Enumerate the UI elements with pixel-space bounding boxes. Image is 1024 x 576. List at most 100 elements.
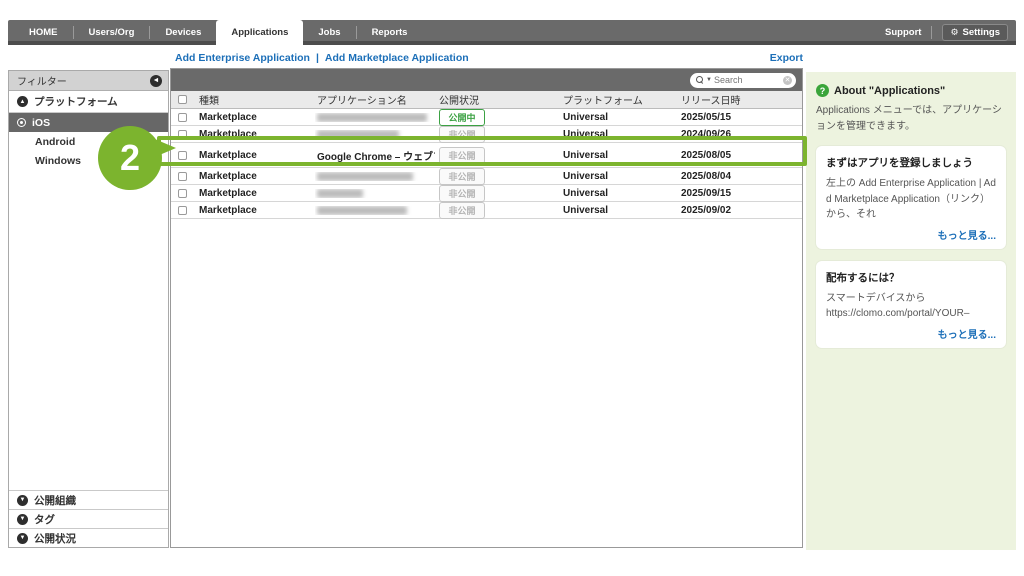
cell-type: Marketplace <box>193 129 315 140</box>
question-mark-icon: ? <box>816 84 829 97</box>
add-application-links: Add Enterprise Application | Add Marketp… <box>175 52 469 64</box>
cell-type: Marketplace <box>193 150 315 161</box>
help-panel-intro: Applications メニューでは、アプリケーションを管理できます。 <box>816 103 1006 134</box>
help-card-title: まずはアプリを登録しましょう <box>826 155 996 170</box>
column-header-platform[interactable]: プラットフォーム <box>557 92 677 107</box>
row-checkbox[interactable] <box>178 130 187 139</box>
sidebar-bottom-groups: ▼ 公開組織 ▼ タグ ▼ 公開状況 <box>9 490 168 547</box>
nav-tab-users-org[interactable]: Users/Org <box>74 20 150 45</box>
blurred-text <box>317 130 399 139</box>
cell-platform: Universal <box>557 205 677 216</box>
table-row[interactable]: Marketplace 非公開 Universal 2025/08/04 <box>171 168 802 185</box>
cell-platform: Universal <box>557 129 677 140</box>
help-panel-title-row: ? About "Applications" <box>816 84 1006 97</box>
radio-selected-icon <box>17 118 26 127</box>
help-card-body-url: https://clomo.com/portal/YOUR– <box>826 306 996 322</box>
status-badge: 非公開 <box>439 147 485 164</box>
filter-group-platform[interactable]: ▲ プラットフォーム <box>9 91 168 113</box>
sidebar-spacer <box>9 170 168 490</box>
collapse-sidebar-icon[interactable]: ◄ <box>150 75 162 87</box>
cell-platform: Universal <box>557 171 677 182</box>
cell-platform: Universal <box>557 112 677 123</box>
column-header-publish-status[interactable]: 公開状況 <box>435 92 557 107</box>
column-header-release-date[interactable]: リリース日時 <box>677 92 802 107</box>
status-badge: 公開中 <box>439 109 485 126</box>
filter-group-publish-status[interactable]: ▼ 公開状況 <box>9 528 168 547</box>
add-enterprise-application-link[interactable]: Add Enterprise Application <box>175 52 310 64</box>
cell-status: 公開中 <box>435 109 557 126</box>
filter-header-label: フィルター <box>17 73 67 88</box>
support-link[interactable]: Support <box>885 27 921 38</box>
cell-platform: Universal <box>557 150 677 161</box>
cell-type: Marketplace <box>193 188 315 199</box>
help-card-body-line: スマートデバイスから <box>826 291 996 307</box>
help-card-distribute: 配布するには？ スマートデバイスから https://clomo.com/por… <box>816 261 1006 348</box>
help-card-body: 左上の Add Enterprise Application | Add Mar… <box>826 176 996 223</box>
add-marketplace-application-link[interactable]: Add Marketplace Application <box>325 52 469 64</box>
table-row[interactable]: Marketplace 非公開 Universal 2024/09/26 <box>171 126 802 143</box>
blurred-text <box>317 113 427 122</box>
actions-row: Add Enterprise Application | Add Marketp… <box>170 52 806 68</box>
row-checkbox[interactable] <box>178 189 187 198</box>
blurred-text <box>317 206 407 215</box>
table-row[interactable]: Marketplace 非公開 Universal 2025/09/02 <box>171 202 802 219</box>
chevron-down-icon: ▼ <box>17 495 28 506</box>
nav-tab-applications[interactable]: Applications <box>216 20 303 45</box>
blurred-text <box>317 172 413 181</box>
filter-group-publish-org[interactable]: ▼ 公開組織 <box>9 490 168 509</box>
nav-tab-home[interactable]: HOME <box>14 20 73 45</box>
table-row[interactable]: Marketplace 非公開 Universal 2025/09/15 <box>171 185 802 202</box>
application-window: HOME Users/Org Devices Applications Jobs… <box>0 0 1024 576</box>
see-more-link[interactable]: もっと見る... <box>938 330 996 341</box>
search-scope-caret-icon[interactable]: ▼ <box>706 77 712 83</box>
step-annotation-pointer-icon <box>150 137 176 159</box>
filter-group-label: プラットフォーム <box>34 94 118 109</box>
filter-group-label: 公開状況 <box>34 531 76 546</box>
row-checkbox[interactable] <box>178 151 187 160</box>
cell-status: 非公開 <box>435 126 557 143</box>
cell-app-name-blurred <box>315 172 435 181</box>
row-checkbox[interactable] <box>178 172 187 181</box>
column-header-app-name[interactable]: アプリケーション名 <box>315 92 435 107</box>
nav-tab-jobs[interactable]: Jobs <box>303 20 355 45</box>
select-all-checkbox[interactable] <box>178 95 187 104</box>
clear-search-icon[interactable]: ✕ <box>783 76 792 85</box>
filter-group-label: タグ <box>34 512 55 527</box>
table-header-row: 種類 アプリケーション名 公開状況 プラットフォーム リリース日時 <box>171 91 802 109</box>
help-card-title: 配布するには？ <box>826 270 996 285</box>
cell-app-name-blurred <box>315 130 435 139</box>
status-badge: 非公開 <box>439 202 485 219</box>
search-icon <box>696 76 704 84</box>
search-input[interactable] <box>714 75 781 85</box>
column-header-type[interactable]: 種類 <box>193 92 315 107</box>
cell-app-name-blurred <box>315 113 435 122</box>
export-link[interactable]: Export <box>770 52 803 64</box>
nav-tab-devices[interactable]: Devices <box>150 20 216 45</box>
filter-group-tags[interactable]: ▼ タグ <box>9 509 168 528</box>
nav-tab-reports[interactable]: Reports <box>357 20 423 45</box>
cell-app-name-blurred <box>315 189 435 198</box>
cell-release-date: 2025/08/05 <box>677 150 802 161</box>
table-row[interactable]: Marketplace 公開中 Universal 2025/05/15 <box>171 109 802 126</box>
settings-button[interactable]: ⚙ Settings <box>942 24 1008 41</box>
cell-status: 非公開 <box>435 147 557 164</box>
row-checkbox[interactable] <box>178 113 187 122</box>
row-checkbox[interactable] <box>178 206 187 215</box>
cell-type: Marketplace <box>193 205 315 216</box>
cell-release-date: 2025/09/02 <box>677 205 802 216</box>
table-toolbar: ▼ ✕ <box>171 69 802 91</box>
cell-status: 非公開 <box>435 168 557 185</box>
search-box[interactable]: ▼ ✕ <box>690 73 796 88</box>
blurred-text <box>317 189 363 198</box>
cell-app-name: Google Chrome – ウェブブ... <box>315 148 435 163</box>
cell-app-name-blurred <box>315 206 435 215</box>
settings-label: Settings <box>963 27 1000 38</box>
chevron-down-icon: ▼ <box>17 514 28 525</box>
gear-icon: ⚙ <box>950 28 958 37</box>
status-badge: 非公開 <box>439 126 485 143</box>
sidebar-item-label: Android <box>35 136 75 148</box>
help-panel-title: About "Applications" <box>834 85 945 97</box>
see-more-link[interactable]: もっと見る... <box>938 231 996 242</box>
table-row-highlighted[interactable]: Marketplace Google Chrome – ウェブブ... 非公開 … <box>171 143 802 168</box>
cell-status: 非公開 <box>435 185 557 202</box>
